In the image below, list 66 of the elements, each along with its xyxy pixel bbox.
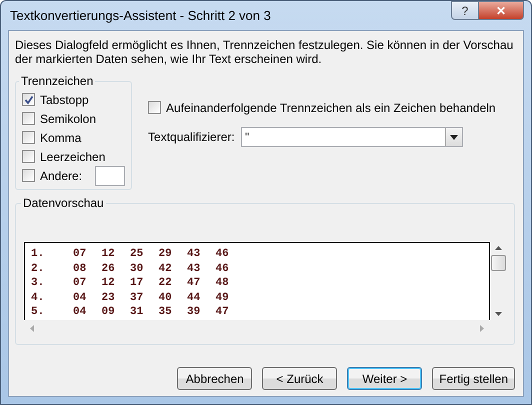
preview-cell-text: 12 — [102, 277, 116, 290]
checkbox-label[interactable]: Komma — [40, 130, 82, 144]
preview-cell-text: 25 — [130, 248, 144, 260]
preview-cell-text: 08 — [73, 262, 88, 275]
checkbox[interactable] — [22, 93, 35, 106]
dropdown[interactable]: " — [241, 127, 464, 147]
preview-cell-text: 47 — [216, 306, 230, 318]
checkbox-label[interactable]: Tabstopp — [40, 92, 89, 106]
input-field[interactable] — [95, 166, 126, 186]
preview-cell-text: 07 — [73, 277, 88, 290]
preview-cell-text: 47 — [187, 277, 202, 290]
scroll-right-icon[interactable] — [480, 324, 484, 332]
scroll-down-icon[interactable] — [494, 312, 502, 316]
preview-cell-text: 31 — [130, 306, 144, 318]
scroll-thumb[interactable] — [490, 255, 506, 271]
group-title: Trennzeichen — [20, 74, 94, 88]
preview-cell-text: 43 — [187, 248, 202, 260]
preview-cell-text: 46 — [216, 248, 230, 260]
field-label: Textqualifizierer: — [148, 130, 236, 144]
preview-cell-text: 12 — [102, 248, 116, 260]
scroll-up-icon[interactable] — [494, 246, 502, 250]
window-title: Textkonvertierungs-Assistent - Schritt 2 von 3 — [9, 8, 271, 23]
preview-cell-text: 3. — [31, 277, 46, 290]
preview-cell-text: 29 — [158, 248, 173, 260]
scroll-left-icon[interactable] — [30, 324, 34, 332]
preview-cell-text: 35 — [158, 306, 173, 318]
dialog-button[interactable]: Abbrechen — [177, 367, 252, 390]
preview-cell-text: 44 — [187, 292, 202, 304]
checkbox-label[interactable]: Aufeinanderfolgende Trennzeichen als ein Zeichen behandeln — [166, 100, 496, 114]
preview-cell-text: 42 — [158, 262, 173, 275]
preview-cell-text: 37 — [130, 292, 144, 304]
preview-cell-text: 40 — [158, 292, 173, 304]
checkbox[interactable] — [22, 131, 35, 144]
checkbox[interactable] — [22, 169, 35, 182]
dialog-button[interactable]: < Zurück — [262, 367, 338, 390]
preview-cell-text: 43 — [187, 262, 202, 275]
dialog-button[interactable]: Weiter > — [347, 367, 422, 390]
preview-cell-text: 09 — [102, 306, 116, 318]
preview-cell-text: 26 — [102, 262, 116, 275]
preview-cell-text: 07 — [73, 248, 88, 260]
checkbox-label[interactable]: Leerzeichen — [40, 150, 106, 164]
checkbox[interactable] — [148, 101, 162, 114]
preview-cell-text: 23 — [102, 292, 116, 304]
preview-cell-text: 04 — [73, 292, 88, 304]
intro-text: Dieses Dialogfeld ermöglicht es Ihnen, Trennzeichen festzulegen. Sie können in der Vorschau der markierten Daten sehen, wie Ihr Text erscheinen wird. — [15, 38, 514, 66]
dropdown-button[interactable] — [445, 128, 462, 146]
preview-cell-text: 22 — [158, 277, 173, 290]
checkbox[interactable] — [22, 150, 35, 163]
help-button[interactable]: ? — [451, 1, 479, 20]
checkbox-label[interactable]: Andere: — [40, 168, 82, 182]
caret-icon — [450, 134, 458, 140]
checkbox[interactable] — [22, 112, 35, 125]
preview-cell-text: 46 — [216, 262, 230, 275]
preview-cell-text: 5. — [31, 306, 46, 318]
checkbox-label[interactable]: Semikolon — [40, 112, 96, 126]
preview-cell-text: 04 — [73, 306, 88, 318]
preview-cell-text: 48 — [216, 277, 230, 290]
preview-cell-text: 4. — [31, 292, 46, 304]
preview-cell-text: 39 — [187, 306, 202, 318]
preview-cell-text: 49 — [216, 292, 230, 304]
preview-cell-text: 1. — [31, 248, 46, 260]
preview-cell-text: 2. — [31, 262, 46, 275]
preview-cell-text: 17 — [130, 277, 144, 290]
preview-cell-text: 30 — [130, 262, 144, 275]
dialog-button[interactable]: Fertig stellen — [432, 367, 515, 390]
group-title: Datenvorschau — [22, 196, 105, 210]
